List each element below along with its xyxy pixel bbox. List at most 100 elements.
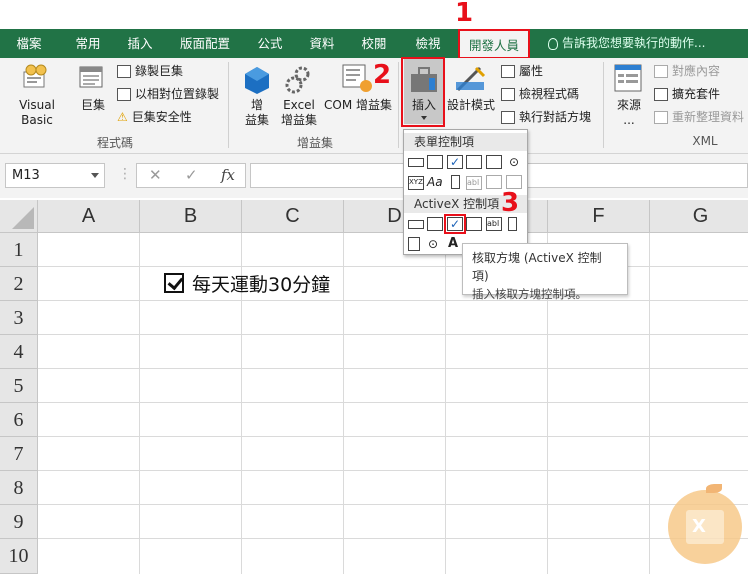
chevron-down-icon (91, 173, 99, 178)
row-header-4[interactable]: 4 (0, 335, 38, 369)
gridline (38, 402, 748, 403)
row-header-6[interactable]: 6 (0, 403, 38, 437)
view-code-label: 檢視程式碼 (519, 87, 580, 101)
visual-basic-icon (22, 64, 50, 90)
tab-data[interactable]: 資料 (304, 29, 340, 58)
visual-basic-button[interactable]: Visual Basic (4, 98, 70, 128)
expansion-packs-button[interactable]: 擴充套件 (654, 85, 720, 103)
design-mode-button[interactable]: 設計模式 (446, 98, 496, 113)
run-dialog-label: 執行對話方塊 (519, 110, 592, 124)
form-listbox-icon[interactable] (486, 155, 502, 169)
tell-me-search[interactable]: 告訴我您想要執行的動作... (548, 29, 705, 58)
form-group-box-icon[interactable]: XYZ (408, 176, 424, 190)
form-label-icon[interactable]: Aa (427, 175, 443, 189)
form-button-control-icon[interactable] (408, 158, 424, 167)
excel-doc-icon: X (686, 510, 724, 544)
activex-combobox-icon[interactable] (427, 217, 443, 231)
refresh-data-button[interactable]: 重新整理資料 (654, 108, 744, 126)
form-combo-list-icon[interactable] (486, 175, 502, 189)
form-text-field-icon[interactable]: abl (466, 176, 482, 190)
properties-label: 屬性 (519, 64, 544, 78)
activex-option-button-icon[interactable]: ⊙ (428, 237, 444, 251)
run-dialog-icon (501, 111, 515, 124)
run-dialog-button[interactable]: 執行對話方塊 (501, 108, 591, 126)
activex-checkbox[interactable] (164, 273, 184, 293)
properties-button[interactable]: 屬性 (501, 62, 543, 80)
column-header-c[interactable]: C (242, 200, 344, 233)
enter-icon[interactable]: ✓ (185, 166, 198, 184)
annotation-1: 1 (455, 0, 474, 28)
row-header-9[interactable]: 9 (0, 505, 38, 539)
row-header-10[interactable]: 10 (0, 539, 38, 574)
row-header-1[interactable]: 1 (0, 233, 38, 267)
form-combobox-icon[interactable] (427, 155, 443, 169)
row-header-3[interactable]: 3 (0, 301, 38, 335)
properties-icon (501, 65, 515, 78)
insert-function-icon[interactable]: fx (221, 166, 235, 184)
select-all-corner[interactable] (0, 200, 38, 233)
checkbox-label[interactable]: 每天運動30分鐘 (192, 270, 330, 297)
tab-home[interactable]: 常用 (68, 29, 108, 58)
tab-formulas[interactable]: 公式 (252, 29, 288, 58)
relative-reference-icon (117, 88, 131, 101)
form-scroll-bar-icon[interactable] (451, 175, 460, 189)
highlight-activex-checkbox (444, 214, 466, 234)
macros-icon (79, 66, 105, 90)
macros-button[interactable]: 巨集 (76, 98, 110, 113)
gridline (343, 233, 344, 574)
worksheet-grid[interactable]: A B C D E F G 1 2 3 4 5 6 7 8 9 10 每天運動3… (0, 200, 748, 574)
xml-source-button[interactable]: 來源... (610, 98, 648, 128)
form-combo-drop-icon[interactable] (506, 175, 522, 189)
view-code-button[interactable]: 檢視程式碼 (501, 85, 579, 103)
form-spin-button-icon[interactable] (466, 155, 482, 169)
column-header-b[interactable]: B (140, 200, 242, 233)
name-box[interactable]: M13 (5, 163, 105, 188)
watermark-logo: X (668, 484, 742, 564)
gridline (139, 233, 140, 574)
group-label-code: 程式碼 (96, 136, 133, 150)
record-macro-button[interactable]: 錄製巨集 (117, 62, 183, 80)
tab-developer[interactable]: 開發人員 (458, 29, 530, 59)
addins-button[interactable]: 增 益集 (240, 98, 274, 128)
form-option-button-icon[interactable]: ⊙ (506, 155, 522, 169)
tab-file[interactable]: 檔案 (10, 29, 48, 58)
record-macro-icon (117, 65, 131, 78)
activex-spin-button-icon[interactable] (408, 237, 420, 251)
com-addins-button[interactable]: COM 增益集 (322, 98, 394, 113)
row-header-5[interactable]: 5 (0, 369, 38, 403)
lightbulb-icon (548, 37, 558, 50)
activex-scrollbar-icon[interactable] (508, 217, 517, 231)
activex-textbox-icon[interactable]: abl (486, 217, 502, 231)
expansion-packs-icon (654, 88, 668, 101)
excel-addins-button[interactable]: Excel 增益集 (278, 98, 320, 128)
activex-command-button-icon[interactable] (408, 220, 424, 229)
activex-listbox-icon[interactable] (466, 217, 482, 231)
xml-source-more: ... (623, 113, 635, 127)
name-box-value: M13 (12, 168, 40, 183)
map-properties-button[interactable]: 對應內容 (654, 62, 720, 80)
tab-insert[interactable]: 插入 (120, 29, 160, 58)
gridline (38, 470, 748, 471)
cancel-icon[interactable]: ✕ (149, 166, 162, 184)
gridline (38, 538, 748, 539)
group-separator (603, 62, 604, 148)
tooltip-description: 插入核取方塊控制項。 (472, 287, 587, 301)
tab-view[interactable]: 檢視 (410, 29, 446, 58)
column-header-f[interactable]: F (548, 200, 650, 233)
gridline (38, 334, 748, 335)
group-separator (228, 62, 229, 148)
column-header-g[interactable]: G (650, 200, 748, 233)
tab-page-layout[interactable]: 版面配置 (174, 29, 236, 58)
form-controls-header: 表單控制項 (404, 133, 527, 151)
gridline (38, 504, 748, 505)
row-header-8[interactable]: 8 (0, 471, 38, 505)
tab-review[interactable]: 校閱 (356, 29, 392, 58)
xml-source-label: 來源 (616, 98, 641, 112)
relative-reference-button[interactable]: 以相對位置錄製 (117, 85, 219, 103)
column-header-a[interactable]: A (38, 200, 140, 233)
addins-store-icon (244, 66, 270, 94)
macro-security-button[interactable]: ⚠ 巨集安全性 (117, 108, 192, 126)
row-header-7[interactable]: 7 (0, 437, 38, 471)
form-checkbox-icon[interactable]: ✓ (447, 155, 463, 169)
row-header-2[interactable]: 2 (0, 267, 38, 301)
